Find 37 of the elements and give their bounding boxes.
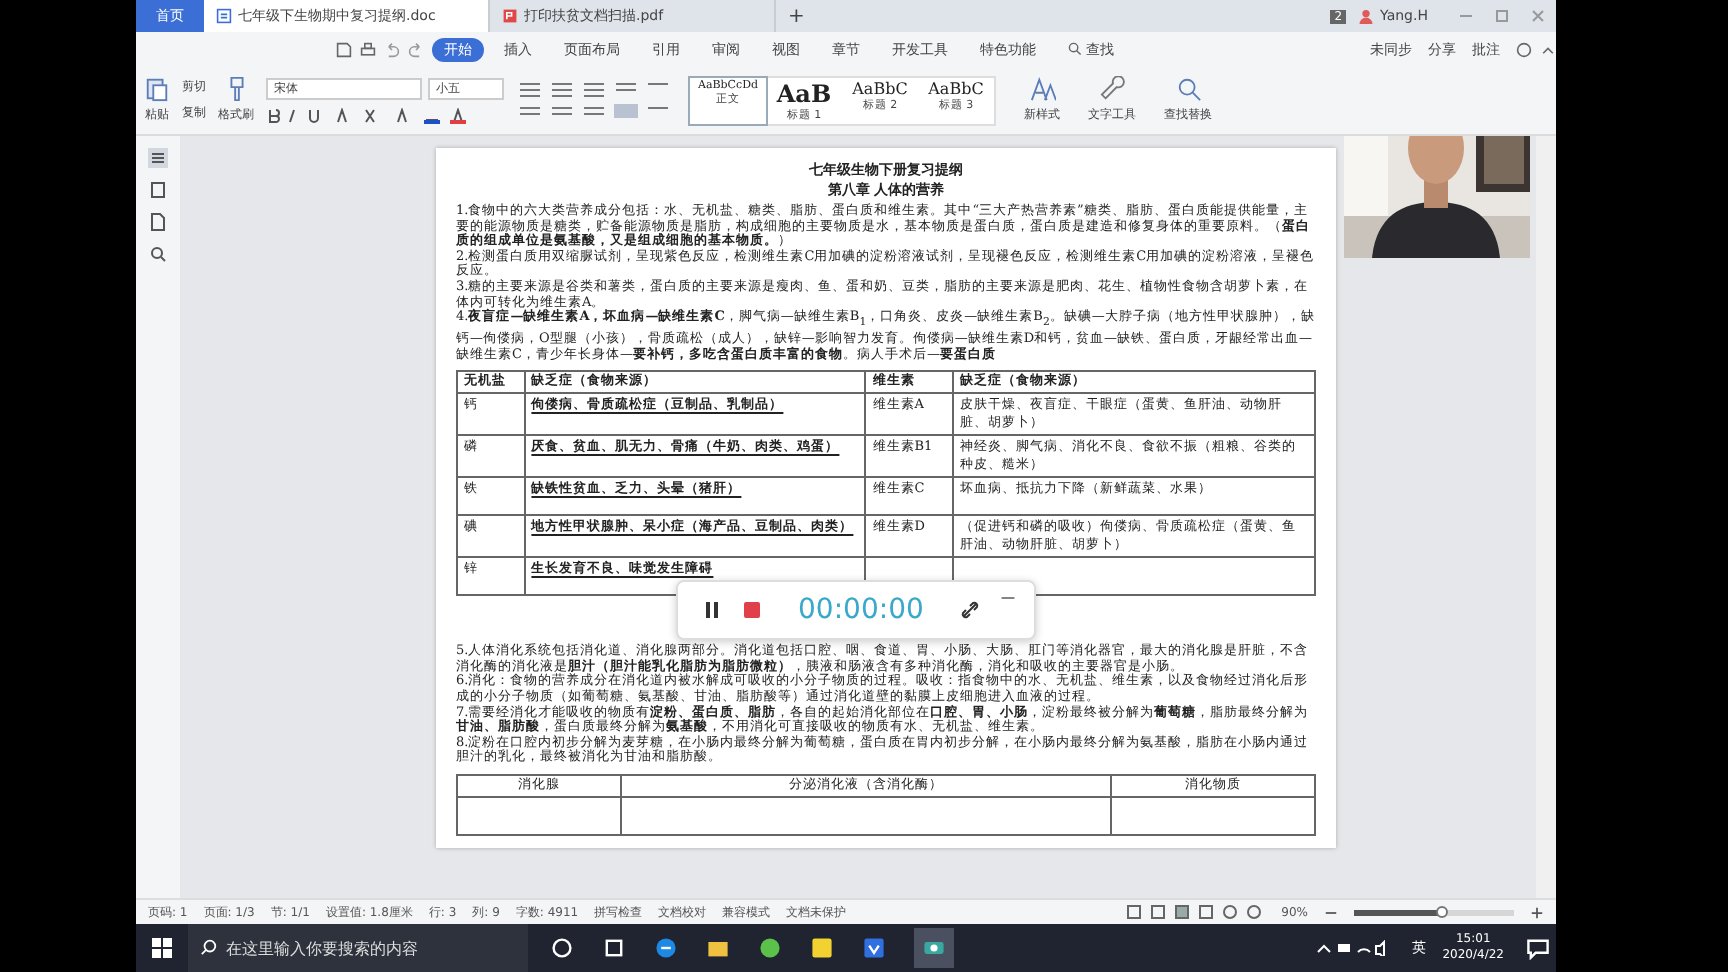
circle-icon[interactable] [550,936,574,960]
windows-icon[interactable] [152,938,172,958]
pdf-icon [502,8,518,24]
pause-icon[interactable] [702,600,722,621]
document-icon [216,8,232,24]
recording-timer: 00:00:00 [798,594,924,627]
app-icon[interactable] [862,936,886,960]
font-size-icon[interactable] [1029,76,1055,102]
search-icon [1068,42,1082,56]
minimize-icon[interactable] [999,594,1016,603]
stop-icon[interactable] [742,600,762,621]
link-icon[interactable] [959,600,980,621]
task-view-icon[interactable] [602,936,626,960]
folder-icon[interactable] [706,936,730,960]
zoom-in-icon[interactable] [1530,905,1544,919]
zoom-slider[interactable] [1354,909,1514,915]
wrench-icon[interactable] [1099,76,1125,102]
view-icons-drawing[interactable] [1125,904,1266,920]
document-icon[interactable] [148,212,168,232]
undo-icon[interactable] [384,41,400,57]
new-tab-button[interactable]: + [776,0,817,32]
app-icon[interactable] [810,936,834,960]
paste-icon[interactable] [144,76,170,102]
save-icon[interactable] [336,41,352,57]
search-icon [200,938,218,956]
pages-icon[interactable] [148,180,168,200]
notification-icon[interactable] [1526,936,1550,960]
list-icon[interactable] [148,148,168,168]
search-icon[interactable] [1175,76,1201,102]
camera-icon[interactable] [914,928,954,968]
user-icon [1358,8,1375,24]
browser-icon[interactable] [654,936,678,960]
search-icon[interactable] [148,244,168,264]
print-icon[interactable] [360,41,376,57]
scrollbar[interactable] [1536,136,1556,898]
taskbar-search-field[interactable]: 在这里输入你要搜索的内容 [188,924,528,972]
redo-icon[interactable] [408,41,424,57]
